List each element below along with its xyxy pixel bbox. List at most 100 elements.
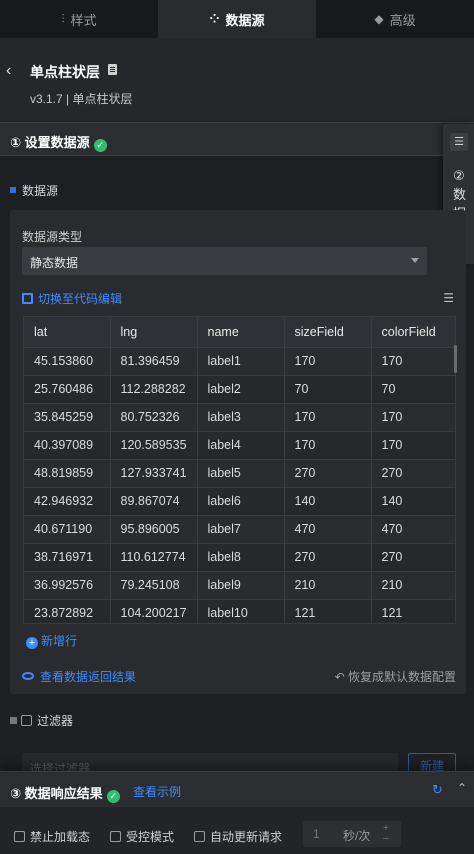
- table-cell[interactable]: label7: [197, 515, 285, 544]
- cube-icon: ◆: [374, 12, 384, 26]
- table-row: 25.760486 112.288282 label2 70 70: [24, 375, 455, 404]
- table-cell[interactable]: label6: [197, 487, 285, 516]
- table-cell[interactable]: label3: [197, 403, 285, 432]
- view-result-link[interactable]: 查看数据返回结果: [22, 668, 136, 685]
- column-header[interactable]: lng: [110, 317, 198, 348]
- table-cell[interactable]: 210: [371, 571, 455, 600]
- filter-checkbox[interactable]: [21, 715, 32, 726]
- refresh-icon[interactable]: ↻: [432, 782, 443, 798]
- eye-icon: [22, 672, 34, 680]
- switch-to-code-link[interactable]: 切换至代码编辑: [22, 290, 122, 307]
- datasource-type-select[interactable]: 静态数据: [22, 247, 427, 275]
- table-cell[interactable]: 70: [371, 375, 455, 404]
- stepper-icon[interactable]: + –: [383, 824, 389, 844]
- disable-loading-option[interactable]: 禁止加载态: [14, 828, 90, 845]
- interval-input[interactable]: 1 秒/次 + –: [303, 821, 401, 847]
- column-header[interactable]: lat: [24, 317, 111, 348]
- table-cell[interactable]: 121: [284, 599, 372, 623]
- interval-unit: 秒/次: [343, 829, 371, 843]
- filter-toggle[interactable]: 过滤器: [10, 712, 73, 729]
- table-cell[interactable]: 23.872892: [24, 599, 111, 623]
- collapse-up-icon[interactable]: ⌃: [457, 781, 467, 795]
- collapse-panel-icon[interactable]: ☰: [450, 133, 468, 151]
- undo-icon: ↶: [334, 670, 348, 684]
- add-row-text: 新增行: [41, 634, 78, 648]
- table-cell[interactable]: 42.946932: [24, 487, 111, 516]
- add-row-button[interactable]: + 新增行: [26, 632, 77, 649]
- table-cell[interactable]: 81.396459: [110, 347, 198, 376]
- table-cell[interactable]: 95.896005: [110, 515, 198, 544]
- table-cell[interactable]: label2: [197, 375, 285, 404]
- section3-title-text: ③ 数据响应结果: [10, 786, 103, 801]
- tab-datasource[interactable]: ⁘ 数据源: [158, 0, 316, 38]
- table-cell[interactable]: 140: [371, 487, 455, 516]
- auto-update-option[interactable]: 自动更新请求: [194, 828, 282, 845]
- table-cell[interactable]: label10: [197, 599, 285, 623]
- table-cell[interactable]: 170: [371, 431, 455, 460]
- table-cell[interactable]: 80.752326: [110, 403, 198, 432]
- document-icon[interactable]: [108, 64, 117, 75]
- column-header[interactable]: name: [197, 317, 285, 348]
- table-cell[interactable]: label1: [197, 347, 285, 376]
- column-header[interactable]: sizeField: [284, 317, 372, 348]
- table-cell[interactable]: 270: [371, 543, 455, 572]
- table-cell[interactable]: 210: [284, 571, 372, 600]
- table-cell[interactable]: 110.612774: [110, 543, 198, 572]
- table-cell[interactable]: 470: [371, 515, 455, 544]
- auto-update-checkbox[interactable]: [194, 831, 205, 842]
- table-cell[interactable]: 270: [371, 459, 455, 488]
- bullet-marker: [10, 187, 16, 193]
- table-cell[interactable]: 140: [284, 487, 372, 516]
- table-cell[interactable]: 89.867074: [110, 487, 198, 516]
- table-cell[interactable]: 470: [284, 515, 372, 544]
- view-result-text: 查看数据返回结果: [40, 670, 137, 684]
- view-example-link[interactable]: 查看示例: [133, 783, 181, 800]
- section-set-datasource[interactable]: ① 设置数据源 ✓: [0, 122, 474, 156]
- column-header[interactable]: colorField: [371, 317, 455, 348]
- table-cell[interactable]: 170: [371, 347, 455, 376]
- table-cell[interactable]: 45.153860: [24, 347, 111, 376]
- table-cell[interactable]: 25.760486: [24, 375, 111, 404]
- table-row: 45.153860 81.396459 label1 170 170: [24, 347, 455, 376]
- table-cell[interactable]: label8: [197, 543, 285, 572]
- tab-style[interactable]: ⫶ 样式: [0, 0, 158, 38]
- table-cell[interactable]: 104.200217: [110, 599, 198, 623]
- switch-code-text: 切换至代码编辑: [38, 292, 123, 306]
- table-cell[interactable]: 48.819859: [24, 459, 111, 488]
- collapse-icon[interactable]: ☰: [443, 291, 454, 305]
- table-cell[interactable]: 70: [284, 375, 372, 404]
- tab-datasource-label: 数据源: [225, 12, 265, 28]
- table-cell[interactable]: 36.992576: [24, 571, 111, 600]
- table-cell[interactable]: 112.288282: [110, 375, 198, 404]
- table-cell[interactable]: 38.716971: [24, 543, 111, 572]
- tab-advanced[interactable]: ◆ 高级: [316, 0, 474, 38]
- controlled-mode-checkbox[interactable]: [110, 831, 121, 842]
- table-cell[interactable]: 120.589535: [110, 431, 198, 460]
- table-cell[interactable]: 170: [284, 403, 372, 432]
- table-cell[interactable]: 270: [284, 543, 372, 572]
- restore-default-link[interactable]: ↶ 恢复成默认数据配置: [335, 668, 456, 685]
- table-cell[interactable]: 40.671190: [24, 515, 111, 544]
- table-cell[interactable]: 170: [371, 403, 455, 432]
- table-cell[interactable]: label9: [197, 571, 285, 600]
- table-cell[interactable]: 40.397089: [24, 431, 111, 460]
- section-response-result[interactable]: ③ 数据响应结果 ✓ 查看示例 ↻ ⌃: [0, 771, 474, 807]
- table-cell[interactable]: 170: [284, 347, 372, 376]
- controlled-mode-option[interactable]: 受控模式: [110, 828, 174, 845]
- table-row: 23.872892 104.200217 label10 121 121: [24, 599, 455, 623]
- table-cell[interactable]: 270: [284, 459, 372, 488]
- table-cell[interactable]: label4: [197, 431, 285, 460]
- plus-circle-icon: +: [26, 637, 38, 649]
- table-scrollbar[interactable]: [454, 345, 457, 373]
- table-cell[interactable]: label5: [197, 459, 285, 488]
- datasource-heading-text: 数据源: [22, 184, 59, 198]
- back-icon[interactable]: ‹: [6, 62, 11, 80]
- table-cell[interactable]: 170: [284, 431, 372, 460]
- table-cell[interactable]: 79.245108: [110, 571, 198, 600]
- disable-loading-checkbox[interactable]: [14, 831, 25, 842]
- datasource-type-label: 数据源类型: [22, 230, 83, 244]
- table-cell[interactable]: 127.933741: [110, 459, 198, 488]
- table-cell[interactable]: 121: [371, 599, 455, 623]
- data-table[interactable]: lat lng name sizeField colorField 45.153…: [23, 316, 456, 624]
- table-cell[interactable]: 35.845259: [24, 403, 111, 432]
